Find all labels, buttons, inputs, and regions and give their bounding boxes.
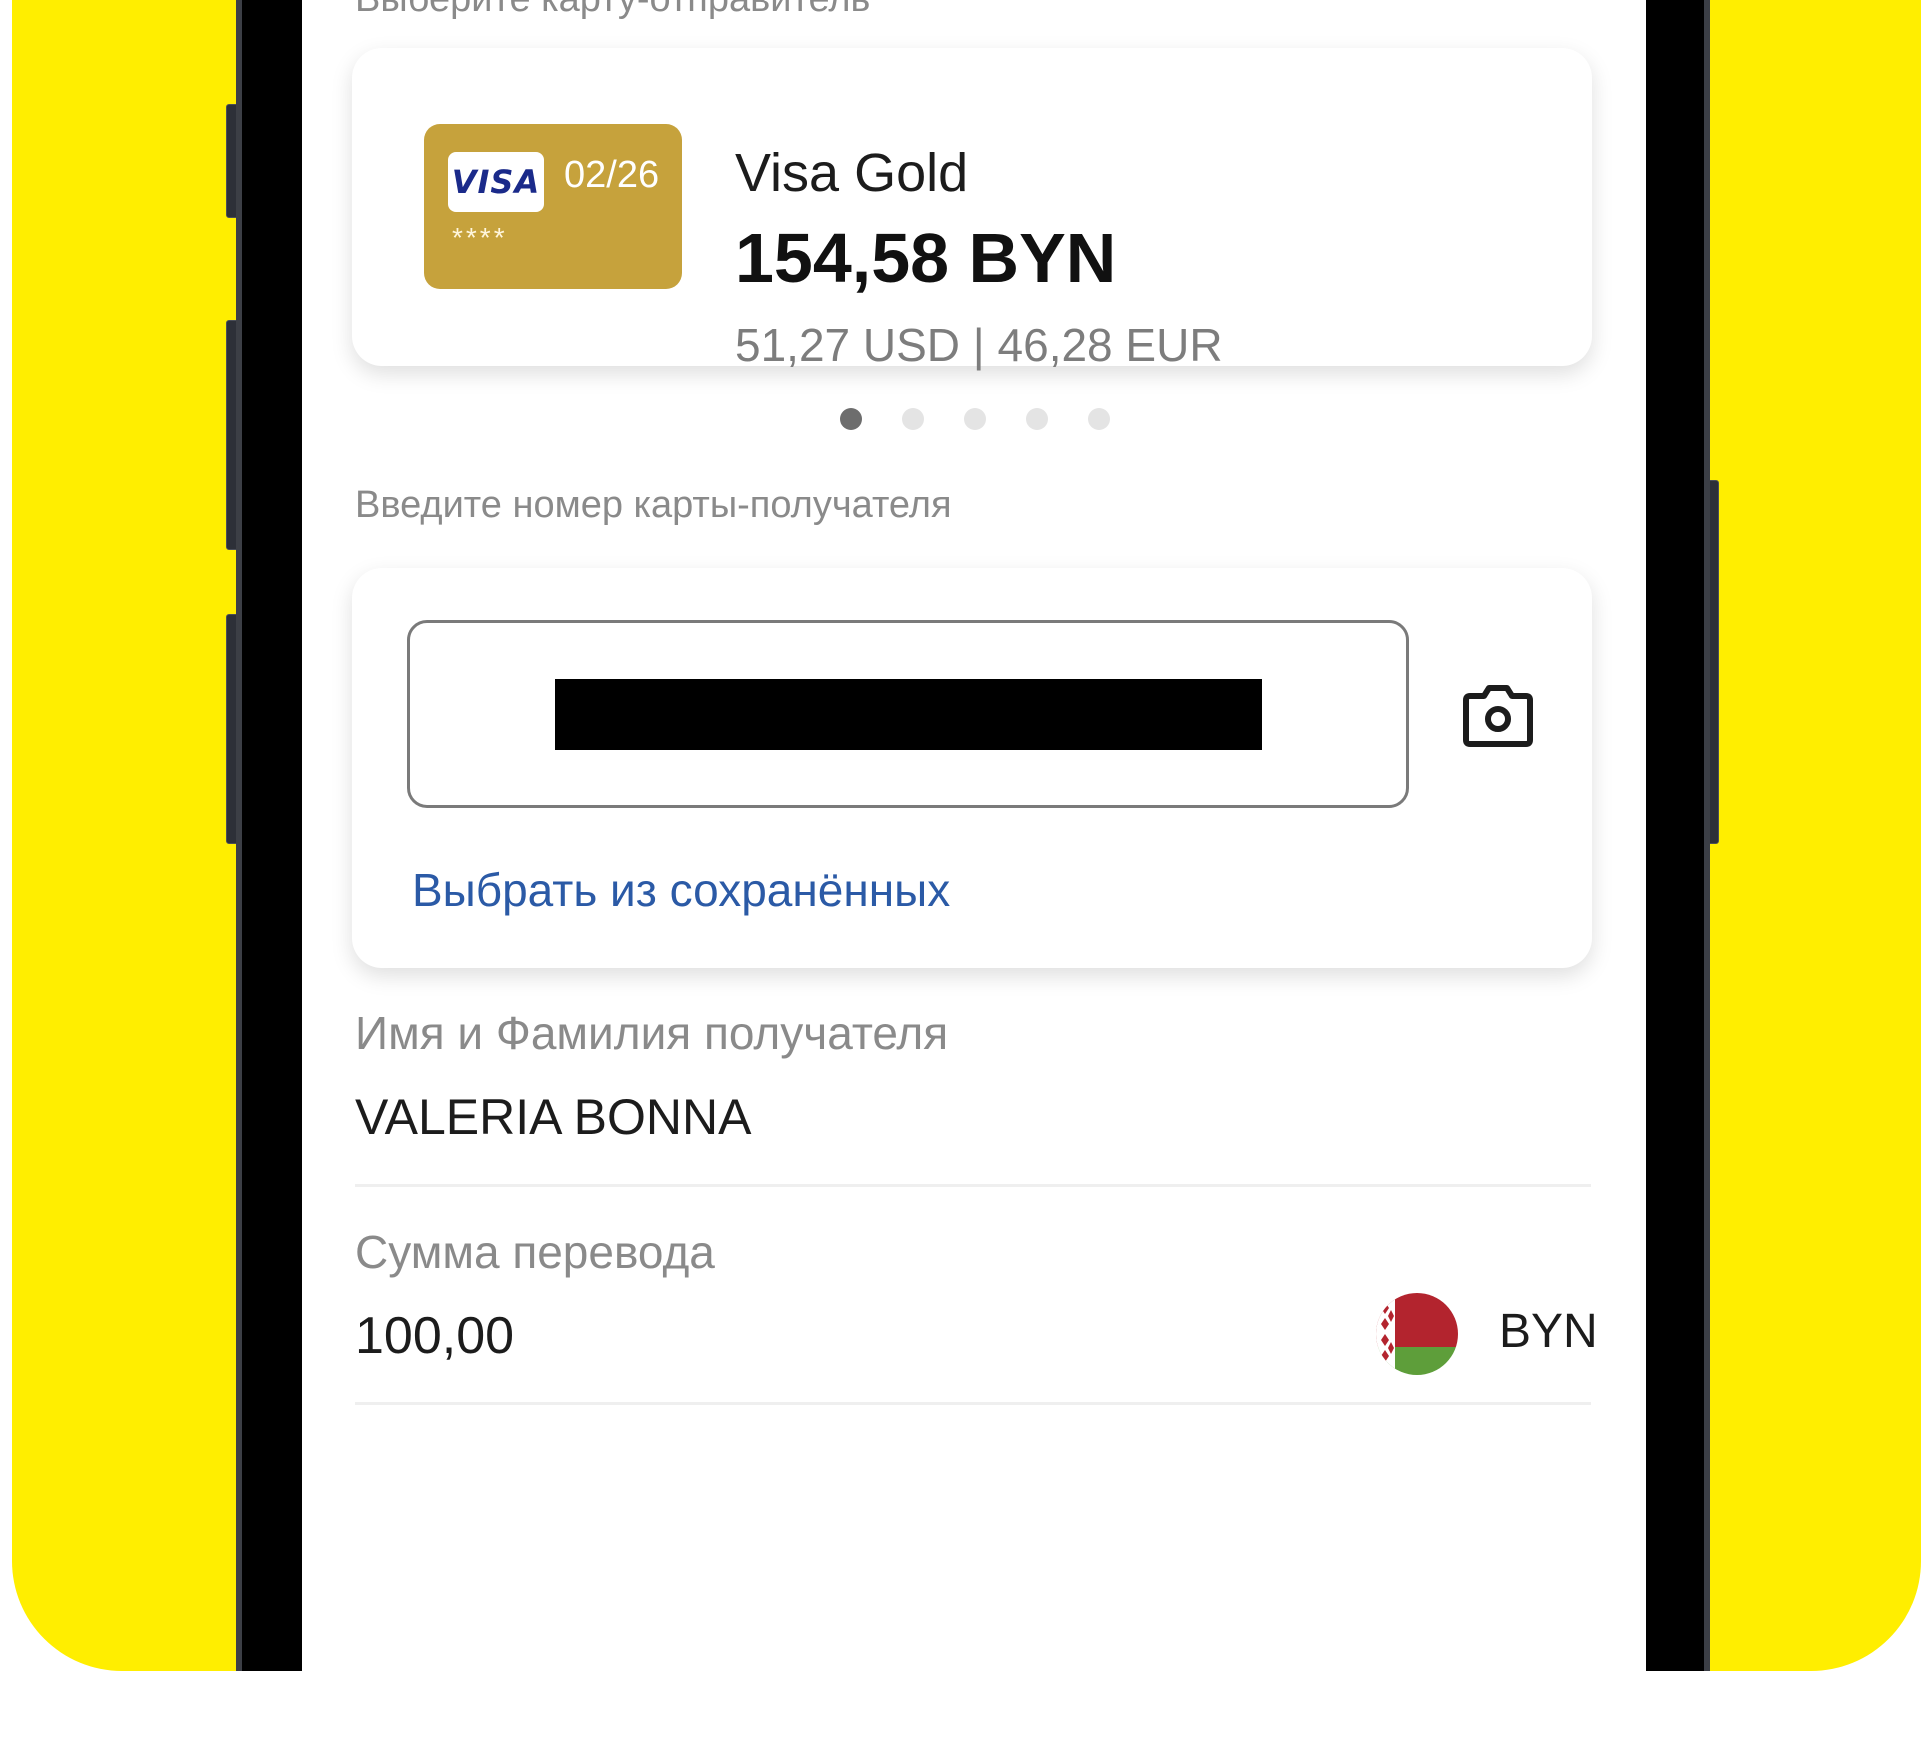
recipient-name-label: Имя и Фамилия получателя: [355, 1007, 949, 1059]
recipient-name-field[interactable]: VALERIA BONNA: [355, 1088, 751, 1146]
visa-logo-icon: VISA: [448, 152, 544, 212]
recipient-card-panel: Выбрать из сохранённых: [352, 568, 1592, 968]
card-name: Visa Gold: [735, 143, 969, 203]
card-thumbnail: VISA 02/26 ****: [424, 124, 682, 289]
app-screen: Выберите карту-отправитель VISA 02/26 **…: [302, 0, 1646, 1671]
divider: [355, 1402, 1591, 1405]
card-balance: 154,58 BYN: [735, 219, 1117, 297]
visa-brand-text: VISA: [451, 163, 541, 201]
divider: [355, 1184, 1591, 1187]
belarus-flag-icon[interactable]: [1375, 1292, 1459, 1376]
promo-stage: Выберите карту-отправитель VISA 02/26 **…: [0, 0, 1921, 1764]
recipient-card-input[interactable]: [407, 620, 1409, 808]
recipient-card-label: Введите номер карты-получателя: [355, 484, 952, 526]
sender-card-panel[interactable]: VISA 02/26 **** Visa Gold 154,58 BYN 51,…: [352, 48, 1592, 371]
carousel-dot[interactable]: [902, 408, 924, 430]
redacted-card-number: [555, 679, 1262, 750]
camera-icon[interactable]: [1462, 684, 1534, 748]
carousel-dot[interactable]: [1088, 408, 1110, 430]
sender-card-label: Выберите карту-отправитель: [355, 0, 870, 21]
carousel-dot[interactable]: [964, 408, 986, 430]
amount-field[interactable]: 100,00: [355, 1306, 514, 1366]
card-expiry: 02/26: [564, 154, 660, 196]
card-conversions: 51,27 USD | 46,28 EUR: [735, 319, 1223, 371]
carousel-dot[interactable]: [1026, 408, 1048, 430]
currency-selector[interactable]: BYN: [1499, 1304, 1598, 1359]
carousel-dot[interactable]: [840, 408, 862, 430]
amount-label: Сумма перевода: [355, 1226, 715, 1278]
carousel-dots: [840, 408, 1110, 430]
choose-saved-link[interactable]: Выбрать из сохранённых: [412, 863, 950, 917]
card-masked-number: ****: [452, 222, 508, 253]
